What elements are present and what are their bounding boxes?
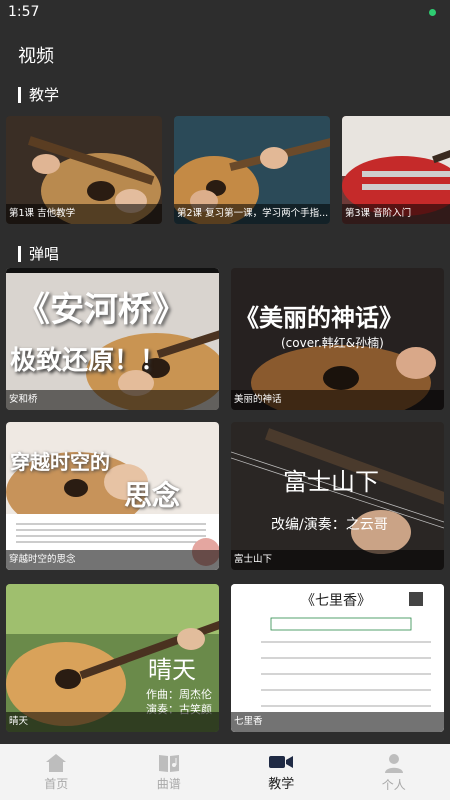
notification-dot-icon [429,9,436,16]
lesson-carousel[interactable]: 第1课 吉他教学 第2课 复习第一课，学习两个手指... 第3课 音阶入门 [6,116,450,224]
song-caption: 晴天 [6,712,219,732]
song-caption: 安和桥 [6,390,219,410]
tab-label: 个人 [381,777,406,792]
song-card-fu-shi-shan-xia[interactable]: 富士山下 改编/演奏：之云哥 富士山下 [231,422,444,570]
tab-teaching[interactable]: 教学 [225,744,338,800]
song-caption: 穿越时空的思念 [6,550,219,570]
song-card-chuan-yue-shi-kong[interactable]: 穿越时空的 思念 穿越时空的思念 [6,422,219,570]
tab-profile[interactable]: 个人 [338,744,450,800]
tab-label: 曲谱 [156,776,181,791]
song-card-mei-li-de-shen-hua[interactable]: 《美丽的神话》 (cover.韩红&孙楠) 美丽的神话 [231,268,444,410]
song-card-qing-tian[interactable]: 晴天 作曲：周杰伦 演奏：古笑颜 晴天 [6,584,219,732]
section-title-playing: 弹唱 [29,245,60,263]
song-overlay-title: 《美丽的神话》 [235,304,403,332]
song-caption: 富士山下 [231,550,444,570]
tab-home[interactable]: 首页 [0,744,113,800]
section-title-teaching: 教学 [29,86,60,104]
person-icon [384,753,403,773]
song-card-an-he-qiao[interactable]: 《安河桥》 极致还原！！ 安和桥 [6,268,219,410]
section-marker [18,86,21,103]
tab-scores[interactable]: 曲谱 [113,744,226,800]
song-overlay-composer: 作曲：周杰伦 [146,688,212,701]
home-icon [46,753,67,772]
song-overlay-subtitle: (cover.韩红&孙楠) [281,336,384,350]
tab-label: 教学 [268,776,295,792]
page-title: 视频 [18,46,54,67]
song-overlay-title: 穿越时空的 [10,450,110,474]
status-bar: 1:57 [0,0,450,26]
song-overlay-title: 晴天 [148,656,196,684]
song-overlay-title: 《安河桥》 [16,290,186,330]
section-header-teaching: 教学 [18,84,59,105]
lesson-caption: 第2课 复习第一课，学习两个手指... [174,204,330,224]
lesson-card-3[interactable]: 第3课 音阶入门 [342,116,450,224]
song-overlay-subtitle: 思念 [124,479,181,512]
tab-label: 首页 [44,776,69,791]
song-overlay-subtitle: 改编/演奏：之云哥 [271,517,388,533]
bottom-tab-bar: 首页 曲谱 教学 个人 [0,744,450,800]
status-time: 1:57 [8,4,40,20]
lesson-caption: 第3课 音阶入门 [342,204,450,224]
section-header-playing: 弹唱 [18,243,59,264]
song-thumbnail-image [6,422,219,570]
section-marker [18,245,21,262]
song-overlay-subtitle: 极致还原！！ [10,346,167,376]
lesson-card-2[interactable]: 第2课 复习第一课，学习两个手指... [174,116,330,224]
song-caption: 七里香 [231,712,444,732]
song-card-qi-li-xiang[interactable]: 《七里香》 七里香 [231,584,444,732]
score-book-icon [158,754,179,772]
lesson-card-1[interactable]: 第1课 吉他教学 [6,116,162,224]
song-overlay-title: 《七里香》 [301,593,371,609]
song-caption: 美丽的神话 [231,390,444,410]
video-camera-icon [269,755,294,768]
song-overlay-title: 富士山下 [283,468,379,496]
lesson-caption: 第1课 吉他教学 [6,204,162,224]
